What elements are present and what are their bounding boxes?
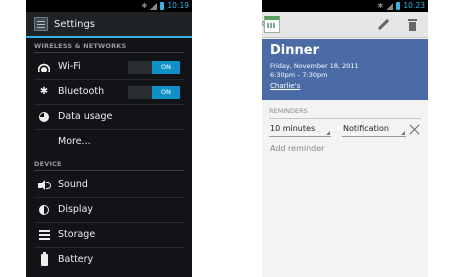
add-reminder-link[interactable]: Add reminder — [270, 144, 324, 153]
settings-app-icon[interactable] — [34, 17, 48, 31]
bluetooth-icon: ✱ — [39, 86, 49, 97]
settings-item-label: Battery — [58, 254, 94, 265]
toggle-state: ON — [152, 86, 180, 99]
settings-item-label: Wi-Fi — [58, 61, 81, 72]
section-header-wireless: WIRELESS & NETWORKS — [34, 42, 184, 53]
battery-status-icon — [160, 2, 165, 10]
page-title: Settings — [54, 19, 96, 30]
settings-item-label: Data usage — [58, 111, 113, 122]
event-calendar-link[interactable]: Charlie's — [270, 82, 300, 90]
signal-icon — [150, 2, 158, 10]
display-icon — [39, 205, 49, 215]
event-time: 6:30pm – 7:30pm — [270, 71, 328, 79]
status-time: 10:23 — [403, 1, 425, 10]
battery-status-icon — [396, 2, 401, 10]
section-header-device: DEVICE — [34, 160, 184, 171]
bluetooth-status-icon: ✱ — [141, 2, 148, 10]
bluetooth-status-icon: ✱ — [377, 2, 384, 10]
settings-item-wifi[interactable]: Wi-Fi ON — [26, 55, 192, 80]
action-bar — [262, 12, 428, 38]
settings-item-sound[interactable]: Sound — [26, 173, 192, 198]
settings-item-data-usage[interactable]: Data usage — [26, 105, 192, 130]
signal-icon — [386, 2, 394, 10]
data-usage-icon — [39, 112, 49, 122]
remove-reminder-icon[interactable] — [409, 124, 420, 135]
dropdown-value: 10 minutes — [270, 124, 316, 133]
settings-item-battery[interactable]: Battery — [26, 248, 192, 273]
bluetooth-toggle[interactable]: ON — [128, 86, 180, 99]
wifi-toggle[interactable]: ON — [128, 61, 180, 74]
event-date: Friday, November 18, 2011 — [270, 62, 359, 70]
toggle-state: ON — [152, 61, 180, 74]
sound-icon — [38, 180, 52, 191]
status-bar: ✱ 10:19 — [26, 0, 192, 12]
event-header: Dinner Friday, November 18, 2011 6:30pm … — [262, 39, 428, 100]
settings-item-more[interactable]: More... — [26, 130, 192, 155]
action-bar: Settings — [26, 12, 192, 38]
battery-icon — [41, 252, 48, 266]
dropdown-arrow-icon — [401, 131, 405, 135]
settings-item-display[interactable]: Display — [26, 198, 192, 223]
settings-item-label: Display — [58, 204, 94, 215]
settings-item-label: More... — [58, 136, 91, 147]
dropdown-value: Notification — [343, 124, 389, 133]
pencil-icon[interactable] — [377, 19, 389, 31]
event-title: Dinner — [270, 43, 319, 58]
calendar-app-icon[interactable] — [264, 16, 280, 33]
settings-item-label: Sound — [58, 179, 88, 190]
settings-item-label: Storage — [58, 229, 96, 240]
settings-item-bluetooth[interactable]: ✱ Bluetooth ON — [26, 80, 192, 105]
event-detail-screen: ✱ 10:23 Dinner Friday, November 18, 2011… — [262, 0, 428, 277]
status-bar: ✱ 10:23 — [262, 0, 428, 12]
reminder-time-dropdown[interactable]: 10 minutes — [269, 122, 331, 137]
dropdown-arrow-icon — [326, 131, 330, 135]
reminder-method-dropdown[interactable]: Notification — [342, 122, 406, 137]
reminders-header: REMINDERS — [269, 107, 421, 119]
wifi-icon — [38, 62, 50, 72]
status-time: 10:19 — [167, 1, 189, 10]
trash-icon[interactable] — [408, 19, 417, 31]
settings-item-label: Bluetooth — [58, 86, 105, 97]
settings-screen: ✱ 10:19 Settings WIRELESS & NETWORKS Wi-… — [26, 0, 192, 277]
settings-item-storage[interactable]: Storage — [26, 223, 192, 248]
storage-icon — [39, 230, 50, 241]
